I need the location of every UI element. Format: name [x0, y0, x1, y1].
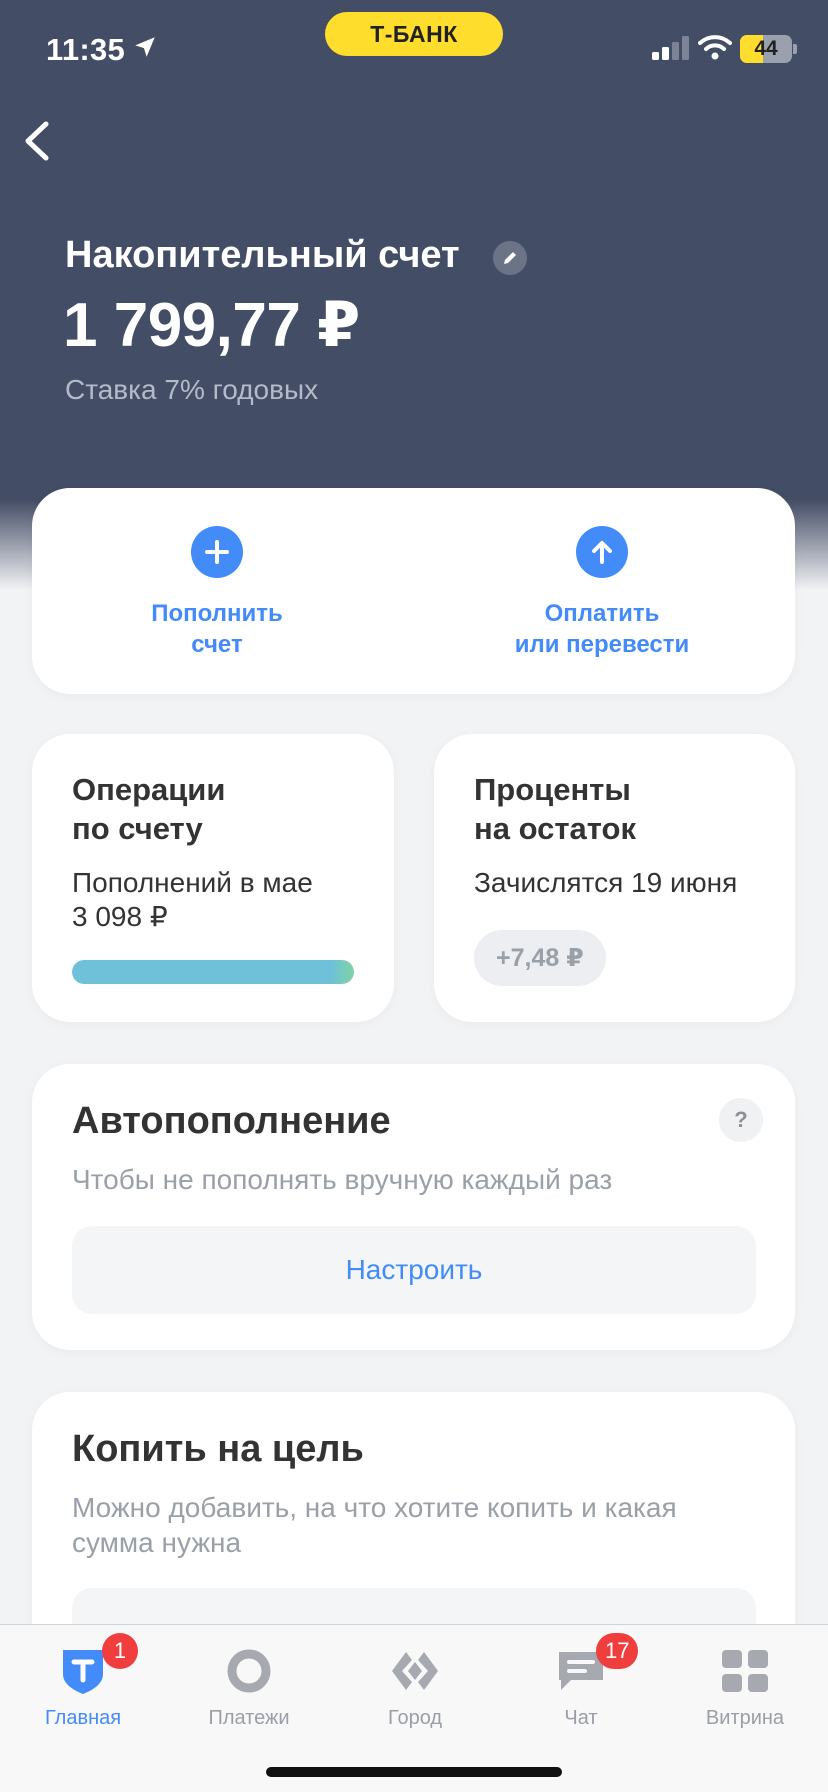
- tab-chat[interactable]: Чат 17: [498, 1625, 664, 1745]
- pay-transfer-label: Оплатить или перевести: [514, 600, 690, 658]
- actions-card: Пополнить счет Оплатить или перевести: [32, 488, 795, 694]
- bank-pill[interactable]: Т-БАНК: [325, 12, 503, 56]
- tab-showcase-label: Витрина: [705, 1707, 785, 1729]
- interest-subtitle: Зачислятся 19 июня: [474, 867, 738, 898]
- autofill-description: Чтобы не пополнять вручную каждый раз: [72, 1164, 613, 1195]
- bank-label: Т-БАНК: [370, 20, 458, 47]
- battery-level: 44: [754, 37, 778, 60]
- operations-card[interactable]: Операции по счету Пополнений в мае 3 098…: [32, 734, 394, 1022]
- status-time: 11:35: [46, 32, 126, 67]
- tab-home-badge: 1: [102, 1633, 138, 1669]
- tab-payments-label: Платежи: [208, 1707, 290, 1729]
- tab-city-label: Город: [387, 1707, 443, 1729]
- tab-chat-badge: 17: [596, 1633, 639, 1669]
- tab-home-label: Главная: [44, 1707, 122, 1729]
- battery-indicator: 44: [740, 35, 792, 63]
- operations-progress-fill: [72, 960, 354, 984]
- city-icon: [387, 1643, 443, 1699]
- setup-autofill-button[interactable]: Настроить: [72, 1226, 756, 1314]
- tab-home[interactable]: Главная 1: [0, 1625, 166, 1745]
- interest-card[interactable]: Проценты на остаток Зачислятся 19 июня +…: [434, 734, 795, 1022]
- tab-showcase[interactable]: Витрина: [662, 1625, 828, 1745]
- account-title: Накопительный счет: [65, 234, 460, 276]
- autofill-title: Автопополнение: [72, 1100, 391, 1142]
- tab-chat-label: Чат: [564, 1707, 598, 1729]
- wifi-icon: [698, 35, 732, 60]
- top-up-label: Пополнить счет: [151, 600, 283, 658]
- account-balance: 1 799,77 ₽: [63, 291, 360, 360]
- goal-title: Копить на цель: [72, 1428, 364, 1470]
- operations-subtitle: Пополнений в мае 3 098 ₽: [72, 867, 313, 932]
- tab-payments[interactable]: Платежи: [166, 1625, 332, 1745]
- plus-icon: [191, 526, 243, 578]
- goal-description: Можно добавить, на что хотите копить и к…: [72, 1492, 677, 1558]
- home-indicator: [266, 1767, 562, 1777]
- operations-progress-bar: [72, 960, 354, 984]
- back-arrow-icon[interactable]: [18, 116, 58, 166]
- location-arrow-icon: [135, 37, 155, 57]
- top-up-button[interactable]: Пополнить счет: [92, 488, 342, 694]
- help-button[interactable]: ?: [719, 1098, 763, 1142]
- interest-title: Проценты на остаток: [474, 772, 636, 846]
- cellular-signal-icon: [652, 36, 689, 60]
- autofill-card: Автопополнение ? Чтобы не пополнять вруч…: [32, 1064, 795, 1350]
- interest-amount-badge: +7,48 ₽: [474, 930, 606, 986]
- showcase-grid-icon: [717, 1643, 773, 1699]
- tab-city[interactable]: Город: [332, 1625, 498, 1745]
- payments-circle-icon: [221, 1643, 277, 1699]
- operations-title: Операции по счету: [72, 772, 226, 846]
- account-rate: Ставка 7% годовых: [65, 374, 319, 405]
- arrow-up-icon: [576, 526, 628, 578]
- pencil-icon: [504, 252, 516, 264]
- battery-tip: [793, 44, 797, 54]
- edit-title-button[interactable]: [493, 241, 527, 275]
- pay-transfer-button[interactable]: Оплатить или перевести: [432, 488, 772, 694]
